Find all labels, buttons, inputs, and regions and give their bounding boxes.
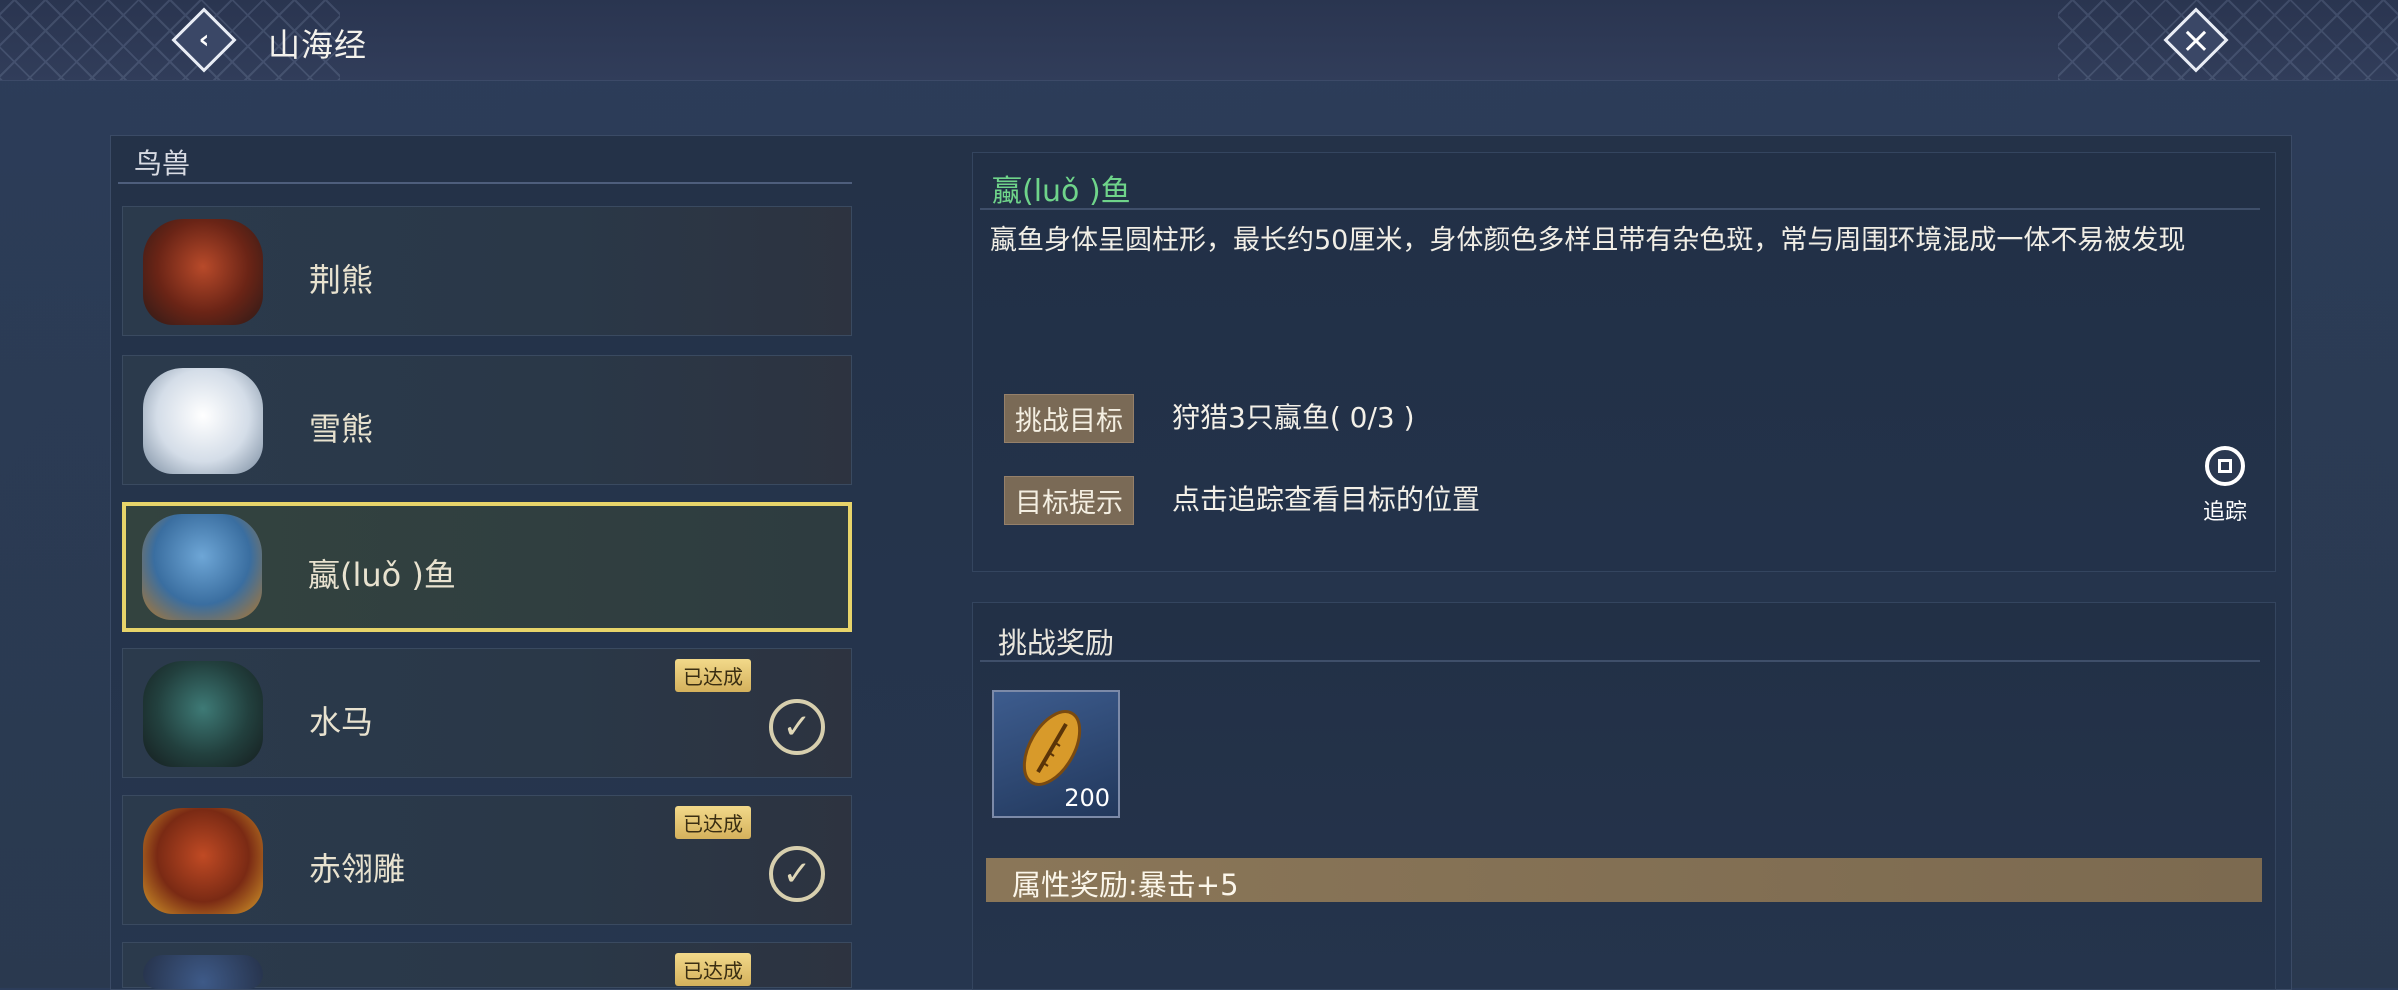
reward-title: 挑战奖励 [998, 626, 1115, 660]
creature-portrait [143, 808, 263, 914]
creature-portrait [142, 514, 262, 620]
completed-badge: 已达成 [675, 806, 751, 839]
close-icon: × [2180, 19, 2212, 61]
challenge-value: 狩猎3只蠃鱼( 0/3 ) [1172, 401, 1415, 434]
chevron-left-icon: ‹ [198, 25, 210, 55]
creature-name: 赤翎雕 [309, 850, 406, 888]
completed-badge: 已达成 [675, 659, 751, 692]
track-button-label: 追踪 [2202, 500, 2247, 525]
checkmark-icon: ✓ [769, 846, 825, 902]
track-button[interactable]: 追踪 [2190, 446, 2260, 536]
hint-label: 目标提示 [1004, 476, 1134, 525]
attribute-reward-bar: 属性奖励:暴击+5 [986, 858, 2262, 902]
creature-card-xuexiong[interactable]: 雪熊 [122, 355, 852, 485]
checkmark-icon: ✓ [769, 699, 825, 755]
creature-name: 荆熊 [309, 261, 374, 299]
creature-name: 蠃(luǒ )鱼 [308, 556, 456, 594]
creature-detail-panel [972, 152, 2276, 572]
challenge-label: 挑战目标 [1004, 394, 1134, 443]
creature-portrait [143, 368, 263, 474]
category-divider [118, 182, 852, 184]
reward-item-slot[interactable]: 200 [992, 690, 1120, 818]
page-title: 山海经 [268, 26, 368, 64]
creature-description: 蠃鱼身体呈圆柱形，最长约50厘米，身体颜色多样且带有杂色斑，常与周围环境混成一体… [990, 225, 2186, 256]
location-pin-icon [2205, 446, 2245, 486]
creature-portrait [143, 955, 263, 989]
creature-card-chilingdiao[interactable]: 赤翎雕 已达成 ✓ [122, 795, 852, 925]
creature-card-shuima[interactable]: 水马 已达成 ✓ [122, 648, 852, 778]
close-button[interactable]: × [2163, 7, 2229, 73]
category-title: 鸟兽 [134, 147, 191, 180]
reward-divider [980, 660, 2260, 662]
completed-badge: 已达成 [675, 953, 751, 986]
creature-card-partial[interactable]: 已达成 [122, 942, 852, 989]
back-button[interactable]: ‹ [171, 7, 237, 73]
creature-name: 水马 [309, 703, 374, 741]
creature-name: 雪熊 [309, 410, 374, 448]
creature-card-jingxiong[interactable]: 荆熊 [122, 206, 852, 336]
hint-value: 点击追踪查看目标的位置 [1172, 483, 1481, 516]
detail-divider [980, 208, 2260, 210]
attribute-reward-text: 属性奖励:暴击+5 [1012, 868, 1239, 902]
creature-detail-title: 蠃(luǒ )鱼 [992, 174, 1131, 209]
creature-portrait [143, 661, 263, 767]
creature-card-luoyu[interactable]: 蠃(luǒ )鱼 [122, 502, 852, 632]
reward-item-count: 200 [1064, 784, 1110, 812]
creature-portrait [143, 219, 263, 325]
